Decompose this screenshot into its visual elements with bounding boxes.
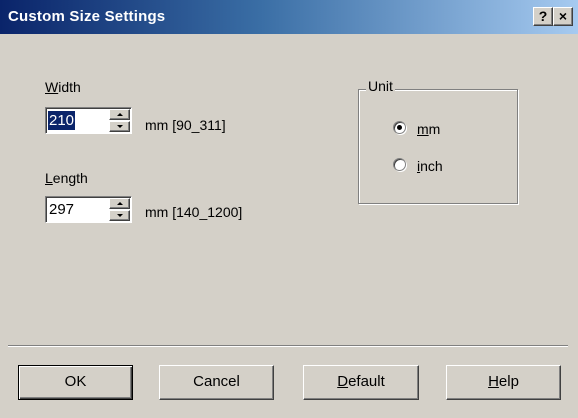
width-label-rest: idth (58, 79, 81, 95)
length-range: mm [140_1200] (145, 204, 243, 220)
unit-inch-label[interactable]: inch (417, 158, 443, 174)
default-button[interactable]: Default (303, 365, 419, 400)
unit-mm-label-rest: m (428, 121, 441, 137)
width-value[interactable]: 210 (48, 111, 76, 130)
width-spin-buttons (109, 109, 130, 132)
button-separator (8, 345, 568, 347)
arrow-up-icon (117, 113, 123, 116)
radio-selected-dot-icon (397, 125, 402, 130)
width-increment-button[interactable] (109, 109, 130, 120)
unit-mm-radio[interactable] (393, 121, 406, 134)
ok-button[interactable]: OK (18, 365, 133, 400)
unit-group-title: Unit (366, 78, 395, 94)
title-bar[interactable]: Custom Size Settings ? × (0, 0, 578, 34)
arrow-down-icon (117, 214, 123, 217)
width-stepper[interactable]: 210 (45, 107, 132, 134)
unit-inch-radio[interactable] (393, 158, 406, 171)
length-label: Length (45, 170, 88, 186)
width-label: Width (45, 79, 81, 95)
arrow-up-icon (117, 202, 123, 205)
cancel-button[interactable]: Cancel (159, 365, 274, 400)
help-mnemonic: H (488, 373, 499, 390)
length-stepper[interactable]: 297 (45, 196, 132, 223)
close-button[interactable]: × (553, 7, 573, 26)
help-button[interactable]: Help (446, 365, 561, 400)
width-decrement-button[interactable] (109, 121, 130, 132)
default-label-rest: efault (348, 373, 385, 390)
width-range: mm [90_311] (145, 117, 226, 133)
custom-size-dialog: Custom Size Settings ? × Width 210 mm [9… (0, 0, 578, 418)
dialog-title: Custom Size Settings (8, 8, 166, 25)
unit-mm-mnemonic: m (417, 121, 429, 137)
length-value[interactable]: 297 (48, 200, 75, 219)
default-mnemonic: D (337, 373, 349, 390)
help-title-button[interactable]: ? (533, 7, 553, 26)
unit-inch-label-rest: nch (420, 158, 443, 174)
help-label-rest: elp (498, 373, 519, 390)
length-label-mnemonic: L (45, 170, 53, 186)
arrow-down-icon (117, 125, 123, 128)
length-decrement-button[interactable] (109, 210, 130, 221)
width-label-mnemonic: W (45, 79, 59, 95)
length-increment-button[interactable] (109, 198, 130, 209)
length-spin-buttons (109, 198, 130, 221)
unit-groupbox (358, 89, 518, 204)
unit-mm-label[interactable]: mm (417, 121, 440, 137)
length-label-rest: ength (52, 170, 88, 186)
